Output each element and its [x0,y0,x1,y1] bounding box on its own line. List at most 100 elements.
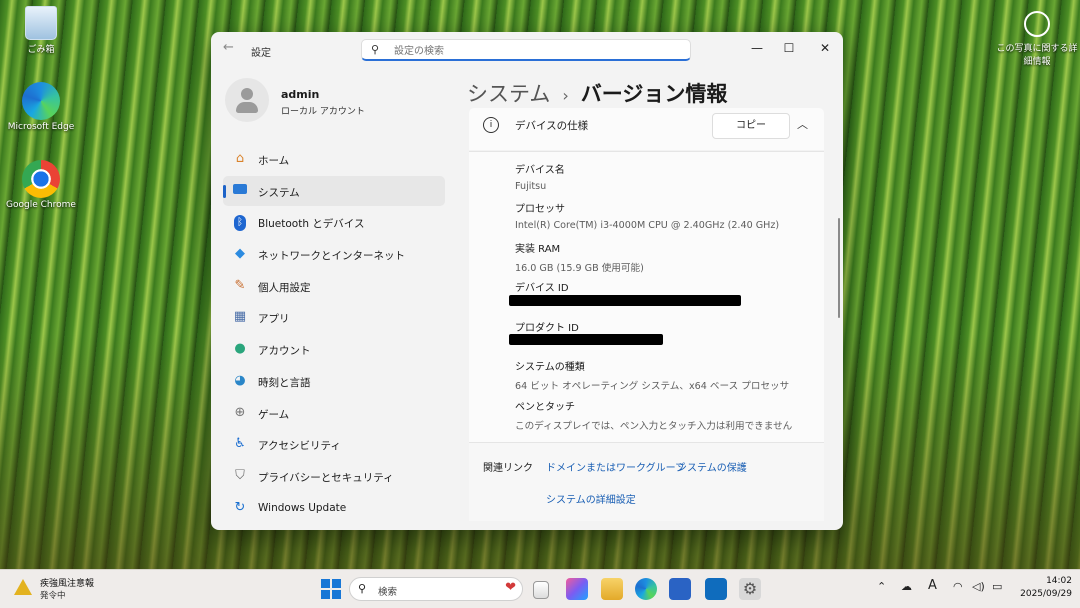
spec-label-system-type: システムの種類 [515,362,585,373]
sidebar-item-label: アカウント [258,345,311,358]
link-system-protection[interactable]: システムの保護 [677,459,747,474]
sidebar-item-accessibility[interactable]: ♿ アクセシビリティ [223,429,445,459]
link-advanced-system-settings[interactable]: システムの詳細設定 [546,491,636,506]
sidebar-item-label: システム [258,186,300,199]
taskbar-search[interactable]: ⚲ 検索 ❤ [349,577,523,601]
sidebar-item-time-language[interactable]: ◕ 時刻と言語 [223,366,445,396]
photo-info-button[interactable]: この写真に関する詳細情報 [996,11,1078,67]
spec-value-processor: Intel(R) Core(TM) i3-4000M CPU @ 2.40GHz… [515,220,780,231]
task-view-icon[interactable] [533,581,549,599]
copy-button[interactable]: コピー [712,113,790,139]
warning-icon [14,579,32,595]
spec-label-ram: 実装 RAM [515,244,561,255]
weather-subtitle: 発令中 [40,591,66,601]
sidebar-item-label: ホーム [258,155,290,167]
sidebar-item-gaming[interactable]: ⊕ ゲーム [223,398,445,428]
gamepad-icon: ⊕ [234,404,246,420]
page-title: バージョン情報 [580,82,728,106]
redacted-product-id [509,334,663,345]
sidebar-item-label: Windows Update [258,501,347,514]
settings-icon[interactable]: ⚙ [739,578,761,600]
clock-date: 2025/09/29 [1020,589,1072,599]
back-arrow-icon[interactable]: ← [223,40,239,56]
update-icon: ↻ [234,499,246,515]
user-name: admin [281,88,320,101]
sidebar-item-accounts[interactable]: ● アカウント [223,334,445,364]
sidebar-item-network[interactable]: ◆ ネットワークとインターネット [223,239,445,269]
device-specs-title: デバイスの仕様 [515,120,589,132]
copilot-icon: ❤ [505,580,516,595]
sidebar-item-home[interactable]: ⌂ ホーム [223,144,445,174]
volume-icon[interactable]: ◁) [972,580,985,593]
wifi-icon[interactable]: ◠ [953,580,963,593]
file-explorer-icon[interactable] [601,578,623,600]
sidebar-item-bluetooth[interactable]: ᛒ Bluetooth とデバイス [223,207,445,237]
outlook-icon[interactable] [705,578,727,600]
desktop-icon-label: Microsoft Edge [7,122,75,132]
spec-label-pen-touch: ペンとタッチ [515,402,575,413]
edge-icon [22,82,60,120]
desktop-edge[interactable]: Microsoft Edge [3,82,79,132]
scrollbar[interactable] [838,218,840,318]
battery-icon[interactable]: ▭ [992,580,1002,593]
sidebar-item-label: アプリ [258,313,290,326]
desktop-recycle-bin[interactable]: ごみ箱 [3,6,79,55]
accessibility-icon: ♿ [234,436,246,452]
sidebar-item-privacy[interactable]: ⛉ プライバシーとセキュリティ [223,461,445,491]
desktop-chrome[interactable]: Google Chrome [3,160,79,210]
start-icon[interactable] [320,578,342,600]
title-bar: ← 設定 ⚲ — ☐ ✕ [211,32,843,66]
search-icon: ⚲ [358,582,367,595]
breadcrumb-separator: › [562,86,569,105]
weather-title[interactable]: 疾強風注意報 [40,576,94,589]
taskbar: 疾強風注意報 発令中 ⚲ 検索 ❤ ⚙ ⌃ ☁ A ◠ ◁) ▭ 14:02 2… [0,569,1080,608]
edge-icon[interactable] [635,578,657,600]
app-title: 設定 [251,48,271,59]
sidebar-item-label: ゲーム [258,408,290,421]
photos-icon[interactable] [566,578,588,600]
sidebar-item-label: Bluetooth とデバイス [258,218,365,231]
breadcrumb-parent[interactable]: システム [467,82,550,106]
related-links: 関連リンク ドメインまたはワークグループ システムの保護 システムの詳細設定 [469,442,824,521]
spec-label-processor: プロセッサ [515,204,565,215]
desktop-icon-label: ごみ箱 [27,45,55,55]
sidebar-item-apps[interactable]: ▦ アプリ [223,302,445,332]
sidebar-item-personalization[interactable]: ✎ 個人用設定 [223,271,445,301]
user-profile[interactable]: admin ローカル アカウント [225,78,445,124]
device-specs-header[interactable]: i デバイスの仕様 コピー ︿ [469,108,824,150]
info-icon: i [483,117,499,133]
wifi-icon: ◆ [235,246,245,262]
chevron-up-icon[interactable]: ︿ [797,116,808,132]
ime-indicator[interactable]: A [928,578,937,593]
account-type: ローカル アカウント [281,107,365,117]
system-icon [232,183,248,199]
maximize-button[interactable]: ☐ [777,38,801,58]
shield-icon: ⛉ [235,467,245,483]
related-links-title: 関連リンク [483,463,533,474]
recycle-bin-icon [25,6,57,40]
sidebar-item-label: 個人用設定 [258,281,311,294]
account-icon: ● [234,341,246,357]
clock[interactable]: 14:02 2025/09/29 [1008,575,1072,601]
spec-value-pen-touch: このディスプレイでは、ペン入力とタッチ入力は利用できません [515,421,793,432]
settings-search-box[interactable]: ⚲ [361,39,691,61]
spec-value-system-type: 64 ビット オペレーティング システム、x64 ベース プロセッサ [515,381,790,392]
chevron-up-icon[interactable]: ⌃ [877,580,886,593]
store-icon[interactable] [669,578,691,600]
spec-value-device-name: Fujitsu [515,181,547,192]
home-icon: ⌂ [235,151,245,166]
taskbar-search-label: 検索 [378,587,398,598]
photo-info-label: この写真に関する詳細情報 [996,44,1078,67]
sidebar-item-windows-update[interactable]: ↻ Windows Update [223,493,445,523]
link-domain-workgroup[interactable]: ドメインまたはワークグループ [546,459,685,474]
sidebar-item-system[interactable]: システム [223,175,445,206]
cloud-off-icon[interactable]: ☁ [901,580,912,593]
minimize-button[interactable]: — [745,38,769,58]
breadcrumb: システム › バージョン情報 [467,78,727,108]
close-button[interactable]: ✕ [813,38,837,58]
desktop-icon-label: Google Chrome [6,200,76,210]
search-icon: ⚲ [371,43,380,56]
search-input[interactable] [392,42,686,60]
device-specs-body: デバイス名 Fujitsu プロセッサ Intel(R) Core(TM) i3… [469,151,824,442]
spec-label-device-name: デバイス名 [515,165,565,176]
